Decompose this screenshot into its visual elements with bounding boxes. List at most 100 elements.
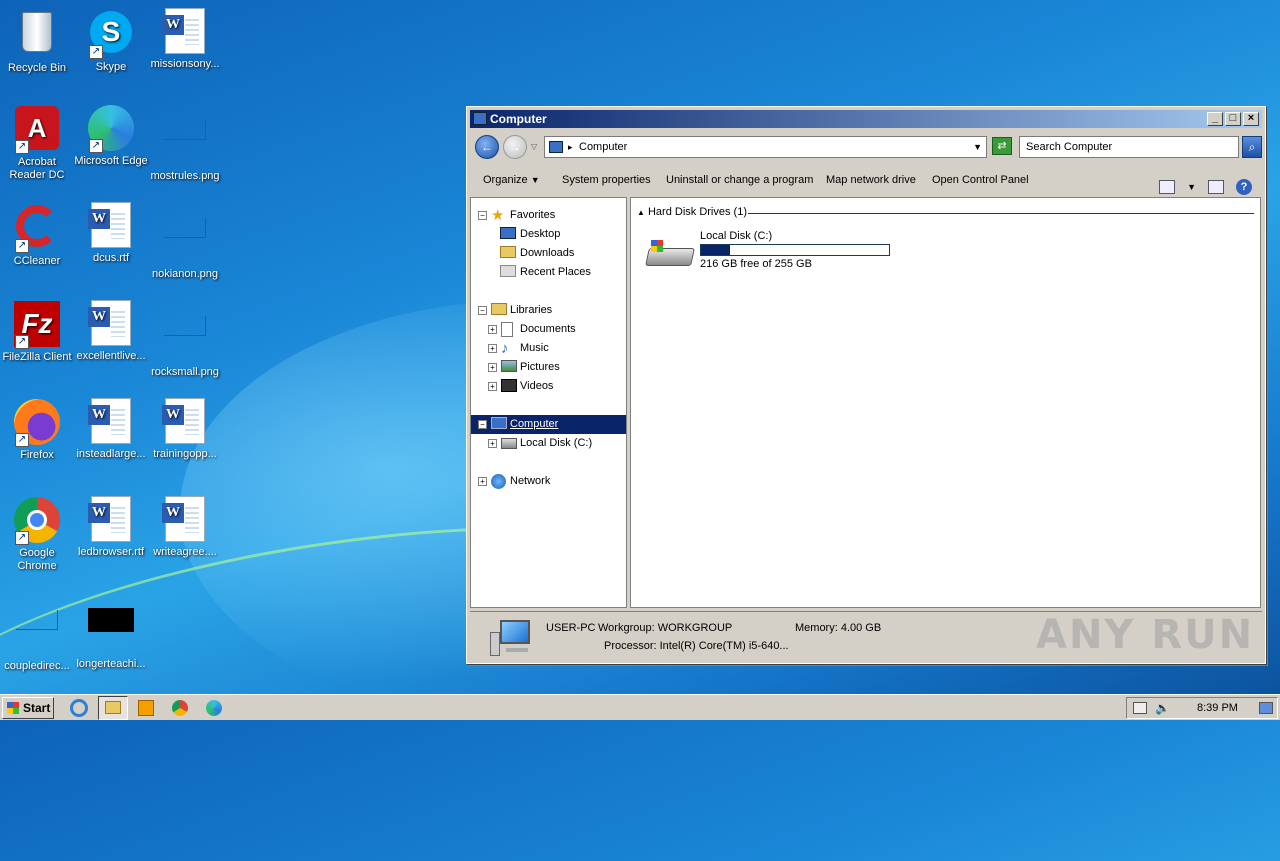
memory: Memory: 4.00 GB	[795, 622, 882, 634]
content-pane: ▲ Hard Disk Drives (1) Local Disk (C:) 2…	[630, 197, 1261, 608]
back-button[interactable]: ←	[475, 135, 499, 159]
nav-label: Local Disk (C:)	[520, 437, 593, 449]
desktop-icon-rocksmall[interactable]: rocksmall.png	[148, 300, 222, 379]
desktop-icon-filezilla[interactable]: Fz ↗ FileZilla Client	[0, 300, 74, 364]
desktop-icon-label: missionsony...	[150, 58, 220, 70]
word-document-icon: W	[87, 202, 135, 250]
internet-explorer-icon[interactable]	[70, 699, 88, 717]
address-bar[interactable]: ▸ Computer ▼	[544, 136, 987, 158]
desktop-icon-label: trainingopp...	[153, 448, 217, 460]
desktop-icon-edge[interactable]: ↗ Microsoft Edge	[74, 104, 148, 168]
group-header-hard-disk-drives[interactable]: ▲ Hard Disk Drives (1)	[637, 206, 747, 218]
desktop-icon-skype[interactable]: S ↗ Skype	[74, 8, 148, 74]
start-label: Start	[23, 701, 51, 715]
desktop-icon-ccleaner[interactable]: ↗ CCleaner	[0, 202, 74, 268]
nav-label: Music	[520, 342, 549, 354]
desktop-icon-acrobat[interactable]: A ↗ Acrobat Reader DC	[0, 104, 74, 182]
desktop-icon-coupledirec[interactable]: coupledirec...	[0, 594, 74, 673]
breadcrumb-separator-icon[interactable]: ▸	[568, 137, 573, 157]
search-icon[interactable]: ⌕	[1242, 136, 1262, 158]
nav-label: Pictures	[520, 361, 560, 373]
clock[interactable]: 8:39 PM	[1197, 698, 1238, 718]
nav-label: Desktop	[520, 228, 561, 240]
network-status-icon[interactable]	[1133, 702, 1147, 714]
change-view-icon[interactable]	[1159, 180, 1176, 194]
desktop-icon-trainingopp[interactable]: W trainingopp...	[148, 398, 222, 461]
desktop-icon-recycle-bin[interactable]: Recycle Bin	[0, 8, 74, 75]
address-text: Computer	[579, 141, 628, 153]
desktop-icon-longerteachi[interactable]: longerteachi...	[74, 594, 148, 671]
drive-name[interactable]: Local Disk (C:)	[700, 230, 772, 242]
edge-icon[interactable]	[206, 700, 222, 716]
acrobat-icon: A ↗	[13, 106, 61, 154]
word-document-icon: W	[87, 398, 135, 446]
volume-icon[interactable]: 🔈	[1155, 698, 1170, 718]
desktop-icon-missionsony[interactable]: W missionsony...	[148, 8, 222, 71]
desktop-icon-label: Skype	[95, 61, 127, 73]
start-button[interactable]: Start	[2, 697, 54, 719]
nav-label: Videos	[520, 380, 554, 392]
help-icon[interactable]: ?	[1236, 179, 1252, 195]
pc-name: USER-PC	[546, 622, 596, 634]
desktop-icon-label: longerteachi...	[76, 658, 146, 670]
desktop-icon-label: ledbrowser.rtf	[77, 546, 145, 558]
desktop-icon-label: CCleaner	[13, 255, 61, 267]
desktop-icon-dcus[interactable]: W dcus.rtf	[74, 202, 148, 265]
drive-local-disk-c[interactable]	[645, 240, 695, 270]
forward-button[interactable]: →	[503, 135, 527, 159]
collapse-icon[interactable]: −	[478, 211, 487, 220]
desktop-icon-label: rocksmall.png	[151, 366, 219, 378]
collapse-icon[interactable]: −	[478, 420, 487, 429]
desktop-icon-ledbrowser[interactable]: W ledbrowser.rtf	[74, 496, 148, 559]
system-properties-button[interactable]: System properties	[562, 165, 651, 195]
desktop-icon-chrome[interactable]: ↗ Google Chrome	[0, 496, 74, 573]
drive-free-space: 216 GB free of 255 GB	[700, 258, 812, 270]
nav-label: Libraries	[510, 304, 553, 316]
videos-icon	[501, 379, 517, 392]
collapse-group-icon: ▲	[637, 208, 645, 217]
desktop-icon-label: Microsoft Edge	[74, 155, 148, 167]
preview-pane-icon[interactable]	[1208, 180, 1224, 194]
desktop-icon-writeagree[interactable]: W writeagree....	[148, 496, 222, 559]
desktop-icon-insteadlarge[interactable]: W insteadlarge...	[74, 398, 148, 461]
chrome-icon[interactable]	[172, 700, 188, 716]
nav-label: Computer	[510, 418, 559, 430]
maximize-button[interactable]: □	[1225, 112, 1241, 126]
organize-button[interactable]: Organize ▼	[483, 165, 540, 195]
expand-icon[interactable]: +	[478, 477, 487, 486]
expand-icon[interactable]: +	[488, 325, 497, 334]
system-tray: 🔈 8:39 PM	[1126, 697, 1278, 719]
expand-icon[interactable]: +	[488, 344, 497, 353]
minimize-button[interactable]: _	[1207, 112, 1223, 126]
expand-icon[interactable]: +	[488, 382, 497, 391]
window-titlebar[interactable]: Computer _ □ ×	[470, 110, 1262, 128]
media-player-icon[interactable]	[138, 700, 154, 716]
pictures-icon	[501, 360, 517, 372]
expand-icon[interactable]: +	[488, 439, 497, 448]
close-button[interactable]: ×	[1243, 112, 1259, 126]
desktop-icon-label: writeagree....	[153, 546, 217, 558]
computer-icon	[549, 141, 563, 153]
open-control-panel-button[interactable]: Open Control Panel	[932, 165, 1029, 195]
nav-computer[interactable]: − Computer	[471, 415, 626, 434]
desktop-icon-mostrules[interactable]: mostrules.png	[148, 104, 222, 183]
star-icon: ★	[491, 207, 505, 224]
map-network-drive-button[interactable]: Map network drive	[826, 165, 916, 195]
expand-icon[interactable]: +	[488, 363, 497, 372]
show-desktop-icon[interactable]	[1259, 702, 1273, 714]
address-dropdown-icon[interactable]: ▼	[973, 137, 982, 157]
collapse-icon[interactable]: −	[478, 306, 487, 315]
desktop-icon-excellentlive[interactable]: W excellentlive...	[74, 300, 148, 363]
nav-label: Downloads	[520, 247, 575, 259]
recent-places-icon	[500, 265, 516, 277]
filezilla-icon: Fz ↗	[13, 301, 61, 349]
explorer-taskbar-button[interactable]	[98, 696, 128, 720]
taskbar: Start 🔈 8:39 PM	[0, 694, 1280, 720]
refresh-button[interactable]: ⇄	[992, 137, 1012, 155]
desktop-icon-nokianon[interactable]: nokianon.png	[148, 202, 222, 281]
uninstall-program-button[interactable]: Uninstall or change a program	[666, 165, 813, 195]
search-input[interactable]: Search Computer	[1019, 136, 1239, 158]
desktop-icon-firefox[interactable]: ↗ Firefox	[0, 398, 74, 462]
recent-pages-dropdown-icon[interactable]: ▽	[531, 142, 537, 151]
desktop-icon-label: Recycle Bin	[7, 62, 67, 74]
